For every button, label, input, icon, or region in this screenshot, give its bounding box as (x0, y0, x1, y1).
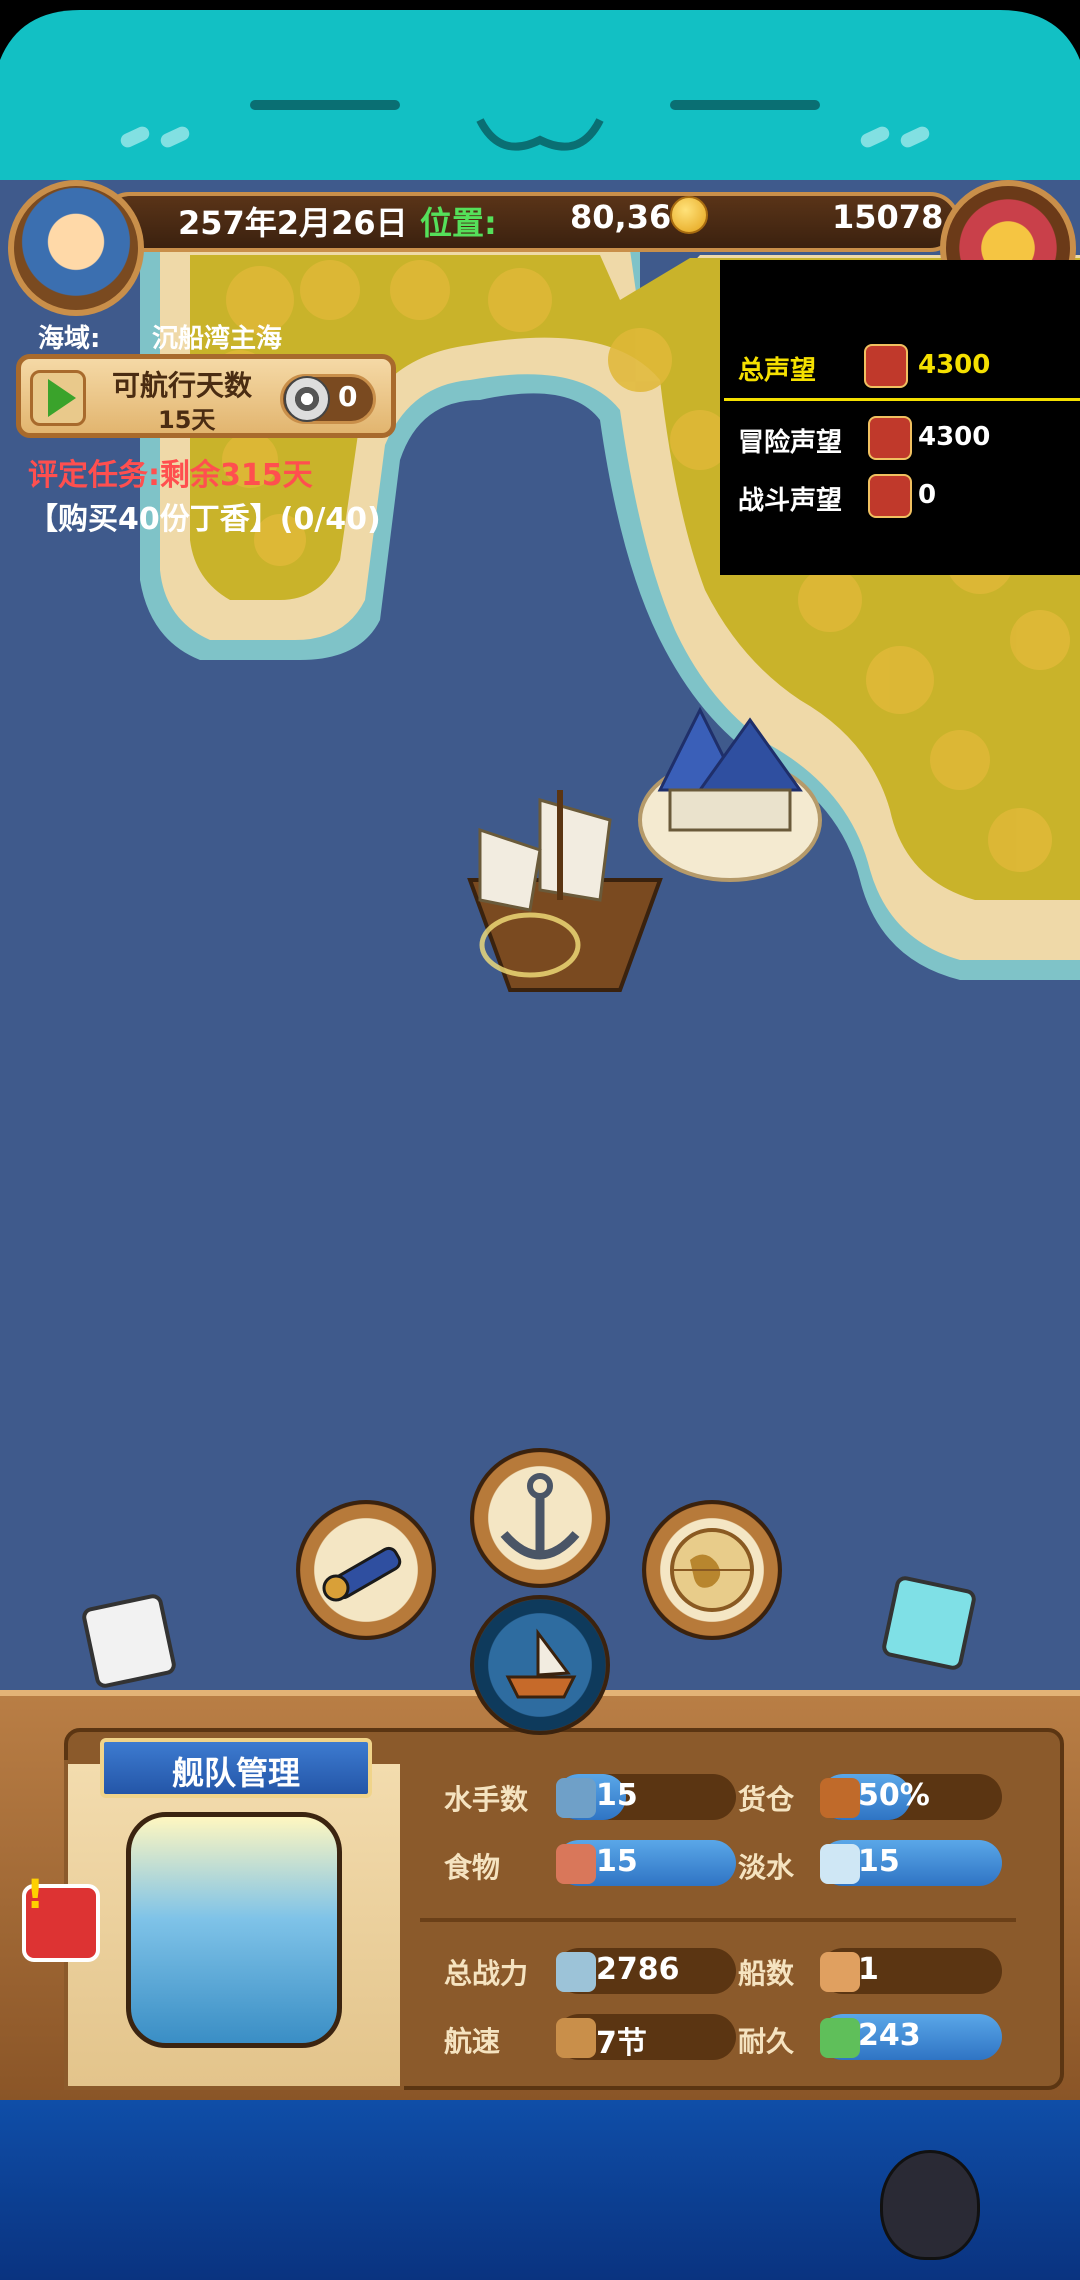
battle-reputation-label: 战斗声望 (738, 486, 843, 516)
telescope-button[interactable] (296, 1500, 436, 1640)
ships-label: 船数 (738, 1957, 795, 1990)
white-cube-mascot (80, 1592, 178, 1690)
total-reputation-label: 总声望 (738, 356, 817, 386)
ship-icon (505, 1628, 577, 1699)
set-sail-button[interactable] (470, 1595, 610, 1735)
world-map-button[interactable] (642, 1500, 782, 1640)
fleet-title[interactable]: 舰队管理 (100, 1748, 372, 1794)
position-label: 位置: (420, 204, 497, 242)
sea-name: 沉船湾主海 (152, 324, 283, 354)
cat-ears-banner (0, 10, 1080, 180)
water-jug-icon (820, 1844, 860, 1884)
sailors-value: 15 (596, 1778, 638, 1813)
telescope-icon (322, 1546, 402, 1602)
power-label: 总战力 (444, 1957, 529, 1990)
reputation-divider (724, 398, 1080, 401)
mission-status[interactable]: 评定任务:剩余315天 (28, 450, 313, 494)
water-label: 淡水 (738, 1851, 795, 1884)
alert-icon: ! (26, 1872, 45, 1918)
anchor-button[interactable] (470, 1448, 610, 1588)
adventure-reputation-label: 冒险声望 (738, 428, 843, 458)
battle-reputation-icon (868, 474, 912, 518)
player-avatar[interactable] (8, 180, 144, 316)
speed-label: 航速 (444, 2025, 501, 2058)
adventure-reputation-value: 4300 (918, 422, 991, 452)
stats-divider (420, 1918, 1016, 1922)
sea-label: 海域: (38, 324, 101, 354)
globe-icon (670, 1528, 754, 1612)
mission-task[interactable]: 【购买40份丁香】(0/40) (28, 494, 381, 538)
cargo-crate-icon (820, 1778, 860, 1818)
total-reputation-value: 4300 (918, 350, 991, 380)
game-date: 257年2月26日 (178, 204, 408, 242)
coin-icon (670, 196, 708, 234)
power-value: 2786 (596, 1952, 680, 1987)
play-icon (48, 379, 76, 417)
meat-icon (556, 1844, 596, 1884)
sail-days-title: 可航行天数 (112, 369, 253, 402)
sail-speed-icon (556, 2018, 596, 2058)
token-icon (284, 376, 330, 422)
sailor-icon (556, 1778, 596, 1818)
total-reputation-icon (864, 344, 908, 388)
sailors-label: 水手数 (444, 1783, 529, 1816)
food-value: 15 (596, 1844, 638, 1879)
gold-amount: 15078 (832, 198, 944, 236)
cyan-cat-mascot (880, 1574, 978, 1672)
ships-value: 1 (858, 1952, 879, 1987)
adventure-reputation-icon (868, 416, 912, 460)
game-screen: 257年2月26日 位置: 80,36 15078 海域: 沉船湾主海 可航行天… (0, 0, 1080, 2280)
ship-count-icon (820, 1952, 860, 1992)
position-value: 80,36 (570, 198, 672, 236)
water-value: 15 (858, 1844, 900, 1879)
token-count: 0 (338, 380, 358, 413)
ship-interior-card[interactable] (126, 1812, 342, 2048)
durability-label: 耐久 (738, 2025, 795, 2058)
food-label: 食物 (444, 1851, 501, 1884)
sail-days-value: 15天 (158, 406, 216, 434)
cargo-label: 货仓 (738, 1783, 795, 1816)
speed-value: 7节 (596, 2026, 647, 2061)
durability-value: 243 (858, 2018, 921, 2053)
battle-reputation-value: 0 (918, 480, 937, 510)
repair-icon (820, 2018, 860, 2058)
cargo-value: 50% (858, 1778, 930, 1813)
anchor-icon (500, 1473, 580, 1560)
pirate-mascot[interactable] (880, 2150, 980, 2260)
crossed-swords-icon (556, 1952, 596, 1992)
